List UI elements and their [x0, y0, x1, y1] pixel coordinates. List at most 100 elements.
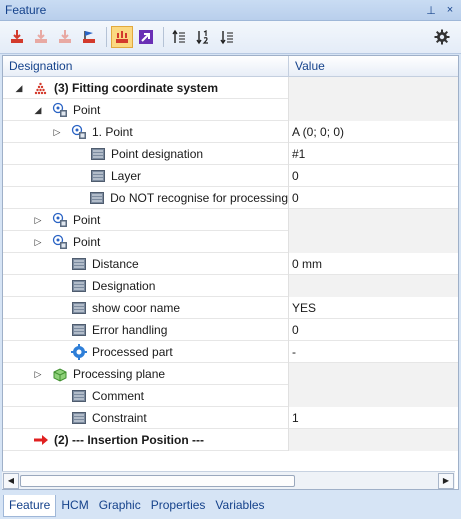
arrow-jump-icon[interactable] [135, 26, 157, 48]
designation-cell[interactable]: ◢ (3) Fitting coordinate system [3, 77, 289, 99]
property-icon [71, 300, 87, 316]
designation-cell[interactable]: ▷ Point [3, 209, 289, 231]
designation-cell[interactable]: ▷ Point [3, 231, 289, 253]
sort-up-icon[interactable] [168, 26, 190, 48]
gear-icon[interactable] [431, 26, 453, 48]
value-cell[interactable]: #1 [289, 143, 458, 165]
scroll-thumb[interactable] [20, 474, 295, 487]
feature-flag-icon[interactable] [78, 26, 100, 48]
designation-cell[interactable]: ▷ 1. Point [3, 121, 289, 143]
table-row[interactable]: ◢ (3) Fitting coordinate system [3, 77, 458, 99]
panel-titlebar: Feature ⊥ × [0, 0, 461, 21]
table-row[interactable]: Comment [3, 385, 458, 407]
expand-icon[interactable]: ▷ [32, 368, 44, 380]
feature-toolbar [0, 21, 461, 54]
insert-feature-disabled-icon[interactable] [30, 26, 52, 48]
sort-down-icon[interactable] [216, 26, 238, 48]
row-label: 1. Point [92, 125, 133, 139]
collapse-icon[interactable]: ◢ [13, 82, 25, 94]
tab-graphic[interactable]: Graphic [94, 495, 146, 517]
expand-icon[interactable]: ▷ [51, 126, 63, 138]
designation-cell[interactable]: Processed part [3, 341, 289, 363]
processing-plane-icon [52, 366, 68, 382]
tab-hcm[interactable]: HCM [56, 495, 93, 517]
coordinate-system-icon [33, 80, 49, 96]
value-cell[interactable] [289, 209, 458, 231]
column-header-designation[interactable]: Designation [3, 56, 289, 77]
value-cell[interactable]: 0 mm [289, 253, 458, 275]
table-row[interactable]: ▷ 1. Point A (0; 0; 0) [3, 121, 458, 143]
tab-feature[interactable]: Feature [3, 495, 57, 517]
value-cell[interactable] [289, 363, 458, 385]
value-cell[interactable] [289, 385, 458, 407]
value-cell[interactable]: 0 [289, 165, 458, 187]
value-cell[interactable] [289, 429, 458, 451]
feature-active-icon[interactable] [111, 26, 133, 48]
designation-cell[interactable]: Do NOT recognise for processing [3, 187, 289, 209]
insert-feature-icon[interactable] [6, 26, 28, 48]
table-row[interactable]: Error handling 0 [3, 319, 458, 341]
table-row[interactable]: ▷ Point [3, 231, 458, 253]
point-icon [52, 102, 68, 118]
table-row[interactable]: ◢ Point [3, 99, 458, 121]
collapse-icon[interactable]: ◢ [32, 104, 44, 116]
point-icon [71, 124, 87, 140]
tab-properties[interactable]: Properties [146, 495, 211, 517]
designation-cell[interactable]: Designation [3, 275, 289, 297]
row-label: Distance [92, 257, 139, 271]
sort-numeric-icon[interactable] [192, 26, 214, 48]
table-row[interactable]: Do NOT recognise for processing 0 [3, 187, 458, 209]
point-icon [52, 212, 68, 228]
designation-cell[interactable]: show coor name [3, 297, 289, 319]
row-label: Error handling [92, 323, 168, 337]
value-cell[interactable] [289, 231, 458, 253]
row-label: (3) Fitting coordinate system [54, 81, 219, 95]
table-row[interactable]: Point designation #1 [3, 143, 458, 165]
value-cell[interactable]: - [289, 341, 458, 363]
insert-feature-disabled-2-icon[interactable] [54, 26, 76, 48]
expand-icon[interactable]: ▷ [32, 214, 44, 226]
table-row[interactable]: Constraint 1 [3, 407, 458, 429]
designation-cell[interactable]: Comment [3, 385, 289, 407]
value-cell[interactable]: A (0; 0; 0) [289, 121, 458, 143]
designation-cell[interactable]: Constraint [3, 407, 289, 429]
value-cell[interactable] [289, 99, 458, 121]
column-header-value[interactable]: Value [289, 56, 458, 77]
scroll-left-icon[interactable]: ◀ [3, 472, 19, 489]
property-icon [71, 388, 87, 404]
value-cell[interactable]: 0 [289, 319, 458, 341]
designation-cell[interactable]: Layer [3, 165, 289, 187]
table-row[interactable]: Layer 0 [3, 165, 458, 187]
tab-variables[interactable]: Variables [210, 495, 269, 517]
value-cell[interactable]: 1 [289, 407, 458, 429]
designation-cell[interactable]: ▷ Processing plane [3, 363, 289, 385]
table-row[interactable]: show coor name YES [3, 297, 458, 319]
designation-cell[interactable]: ◢ Point [3, 99, 289, 121]
horizontal-scrollbar[interactable]: ◀ ▶ [2, 471, 455, 489]
value-cell[interactable] [289, 275, 458, 297]
table-row[interactable]: Distance 0 mm [3, 253, 458, 275]
table-row[interactable]: ▷ Processing plane [3, 363, 458, 385]
close-icon[interactable]: × [442, 2, 458, 18]
property-icon [90, 190, 106, 206]
designation-cell[interactable]: Point designation [3, 143, 289, 165]
pin-icon[interactable]: ⊥ [423, 2, 439, 18]
designation-cell[interactable]: Error handling [3, 319, 289, 341]
scroll-right-icon[interactable]: ▶ [438, 472, 454, 489]
value-cell[interactable]: 0 [289, 187, 458, 209]
row-label: Point designation [111, 147, 204, 161]
scroll-track[interactable] [20, 474, 437, 488]
table-row[interactable]: Designation [3, 275, 458, 297]
table-row[interactable]: Processed part - [3, 341, 458, 363]
value-cell[interactable]: YES [289, 297, 458, 319]
expand-icon[interactable]: ▷ [32, 236, 44, 248]
value-cell[interactable] [289, 77, 458, 99]
table-row[interactable]: ▷ Point [3, 209, 458, 231]
table-row[interactable]: (2) --- Insertion Position --- [3, 429, 458, 451]
designation-cell[interactable]: Distance [3, 253, 289, 275]
designation-cell[interactable]: (2) --- Insertion Position --- [3, 429, 289, 451]
